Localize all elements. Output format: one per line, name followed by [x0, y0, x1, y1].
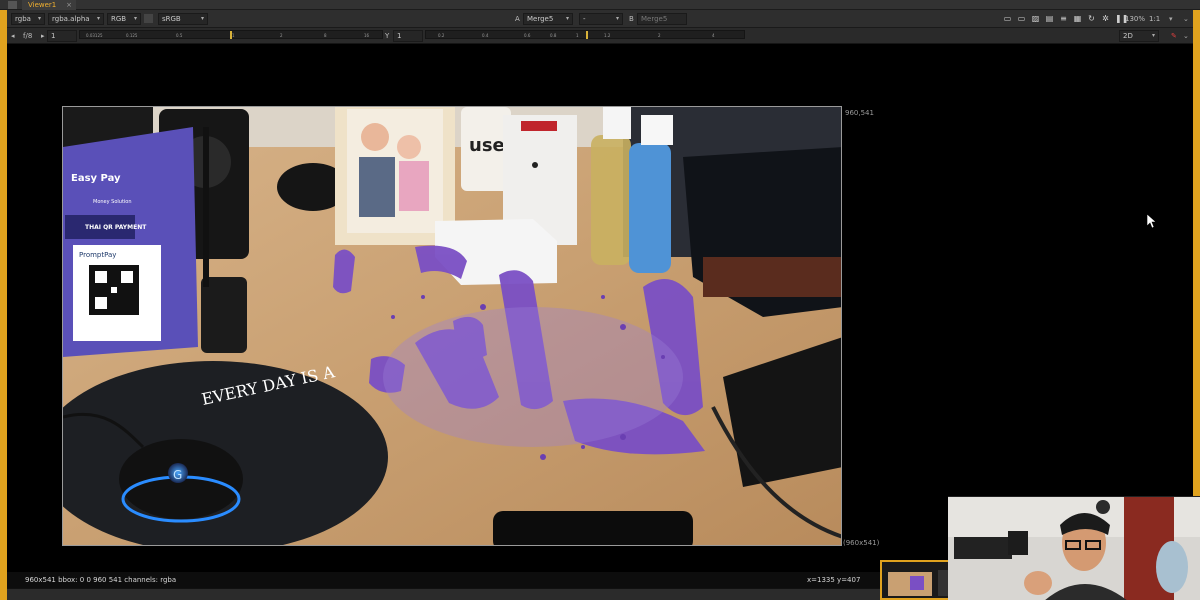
input-b-value: Merge5 — [641, 15, 668, 23]
overlay-icon[interactable]: ▤ — [1045, 14, 1054, 23]
prev-arrow-icon[interactable]: ◂ — [11, 31, 15, 41]
channels-value: rgba — [15, 15, 31, 23]
promptpay-label: PromptPay — [79, 251, 116, 259]
chevron-down-icon: ▾ — [1151, 32, 1155, 39]
gain-handle[interactable] — [230, 31, 232, 39]
tick-label: 1.2 — [604, 33, 611, 38]
viewer-image[interactable]: Easy Pay Money Solution THAI QR PAYMENT … — [62, 106, 842, 546]
chevron-down-icon: ▾ — [200, 15, 204, 22]
tick-label: 0.4 — [482, 33, 489, 38]
tab-bar: Viewer1 × — [0, 0, 1200, 10]
gain-slider[interactable]: 0.03125 0.125 0.5 1 2 8 16 — [79, 30, 383, 39]
fstop-value[interactable]: f/8 — [23, 31, 32, 41]
gain-value: 1 — [51, 32, 56, 40]
pause-icon[interactable]: ❚❚ — [1115, 14, 1128, 23]
chevron-down-icon: ▾ — [565, 15, 569, 22]
expand-icon[interactable]: ⌄ — [1183, 31, 1189, 41]
zoom-value[interactable]: 130% — [1125, 14, 1145, 24]
gamma-field[interactable]: 1 — [393, 30, 423, 42]
refresh-icon[interactable]: ↻ — [1087, 14, 1096, 23]
channel-alpha-dropdown[interactable]: rgba.alpha ▾ — [48, 13, 104, 25]
chevron-down-icon[interactable]: ▾ — [1169, 14, 1173, 24]
mouse-logo: G — [173, 468, 182, 482]
clip-warning-icon[interactable]: ▭ — [1017, 14, 1026, 23]
colorspace-value: sRGB — [162, 15, 181, 23]
proxy-value[interactable]: 1:1 — [1149, 14, 1160, 24]
colorspace-dropdown[interactable]: sRGB ▾ — [158, 13, 208, 25]
gamma-slider[interactable]: 0.2 0.4 0.6 0.8 1 1.2 2 4 — [425, 30, 745, 39]
image-info: 960x541 bbox: 0 0 960 541 channels: rgba — [25, 576, 177, 584]
paint-brush-icon[interactable]: ✎ — [1171, 31, 1177, 41]
gamma-handle[interactable] — [586, 31, 588, 39]
grid-icon[interactable]: ▦ — [1073, 14, 1082, 23]
format-corner-label: 960,541 — [845, 109, 874, 117]
chevron-down-icon: ▾ — [615, 15, 619, 22]
gamma-value: 1 — [397, 32, 402, 40]
wipe-mode-value: - — [583, 15, 586, 23]
input-b-dropdown[interactable]: Merge5 — [637, 13, 687, 25]
chevron-down-icon: ▾ — [96, 15, 100, 22]
tick-label: 4 — [712, 33, 715, 38]
view-mode-value: 2D — [1123, 32, 1133, 40]
tick-label: 0.6 — [524, 33, 531, 38]
input-a-label: A — [515, 15, 520, 23]
sign-subtitle: Money Solution — [93, 199, 132, 205]
input-b-label: B — [629, 15, 634, 23]
expand-icon[interactable]: ⌄ — [1183, 14, 1189, 24]
view-mode-dropdown[interactable]: 2D ▾ — [1119, 30, 1159, 42]
tick-label: 0.125 — [126, 33, 138, 38]
tick-label: 2 — [658, 33, 661, 38]
lines-icon[interactable]: ≡ — [1059, 14, 1068, 23]
channels-dropdown[interactable]: rgba ▾ — [11, 13, 45, 25]
tick-label: 16 — [364, 33, 370, 38]
tick-label: 0.03125 — [86, 33, 103, 38]
presenter-video — [948, 497, 1200, 600]
close-icon[interactable]: × — [66, 0, 72, 10]
chevron-down-icon: ▾ — [37, 15, 41, 22]
qr-label: THAI QR PAYMENT — [85, 224, 147, 231]
display-mode-dropdown[interactable]: RGB ▾ — [107, 13, 141, 25]
lut-icon[interactable] — [144, 14, 153, 23]
tick-label: 2 — [280, 33, 283, 38]
tick-label: 1 — [232, 33, 235, 38]
tick-label: 0.5 — [176, 33, 183, 38]
format-size-label: (960x541) — [843, 539, 880, 547]
mouse-cursor-icon — [1147, 214, 1157, 228]
wipe-mode-dropdown[interactable]: - ▾ — [579, 13, 623, 25]
wipe-icon[interactable]: ▨ — [1031, 14, 1040, 23]
tick-label: 1 — [576, 33, 579, 38]
gain-field[interactable]: 1 — [47, 30, 77, 42]
tick-label: 0.8 — [550, 33, 557, 38]
channel-alpha-value: rgba.alpha — [52, 15, 90, 23]
sign-title: Easy Pay — [71, 173, 121, 184]
cursor-readout: x=1335 y=407 — [807, 576, 861, 584]
roi-icon[interactable]: ▭ — [1003, 14, 1012, 23]
tick-label: 8 — [324, 33, 327, 38]
tab-label: Viewer1 — [28, 1, 57, 9]
gamma-label: Y — [385, 32, 390, 40]
gear-icon[interactable]: ✲ — [1101, 14, 1110, 23]
tick-label: 0.2 — [438, 33, 445, 38]
display-mode-value: RGB — [111, 15, 127, 23]
chevron-down-icon: ▾ — [133, 15, 137, 22]
viewer-toolbar: rgba ▾ rgba.alpha ▾ RGB ▾ sRGB ▾ A Merge5 ▾ -… — [7, 10, 1193, 28]
input-a-value: Merge5 — [527, 15, 554, 23]
webcam-overlay — [948, 496, 1200, 600]
tab-viewer1[interactable]: Viewer1 × — [22, 0, 76, 10]
viewer-toolbar-secondary: ◂ f/8 ▸ 1 0.03125 0.125 0.5 1 2 8 16 Y 1… — [7, 28, 1193, 44]
input-a-dropdown[interactable]: Merge5 ▾ — [523, 13, 573, 25]
panel-menu-icon[interactable] — [8, 1, 17, 9]
composite-image: Easy Pay Money Solution THAI QR PAYMENT … — [63, 107, 841, 545]
next-arrow-icon[interactable]: ▸ — [41, 31, 45, 41]
